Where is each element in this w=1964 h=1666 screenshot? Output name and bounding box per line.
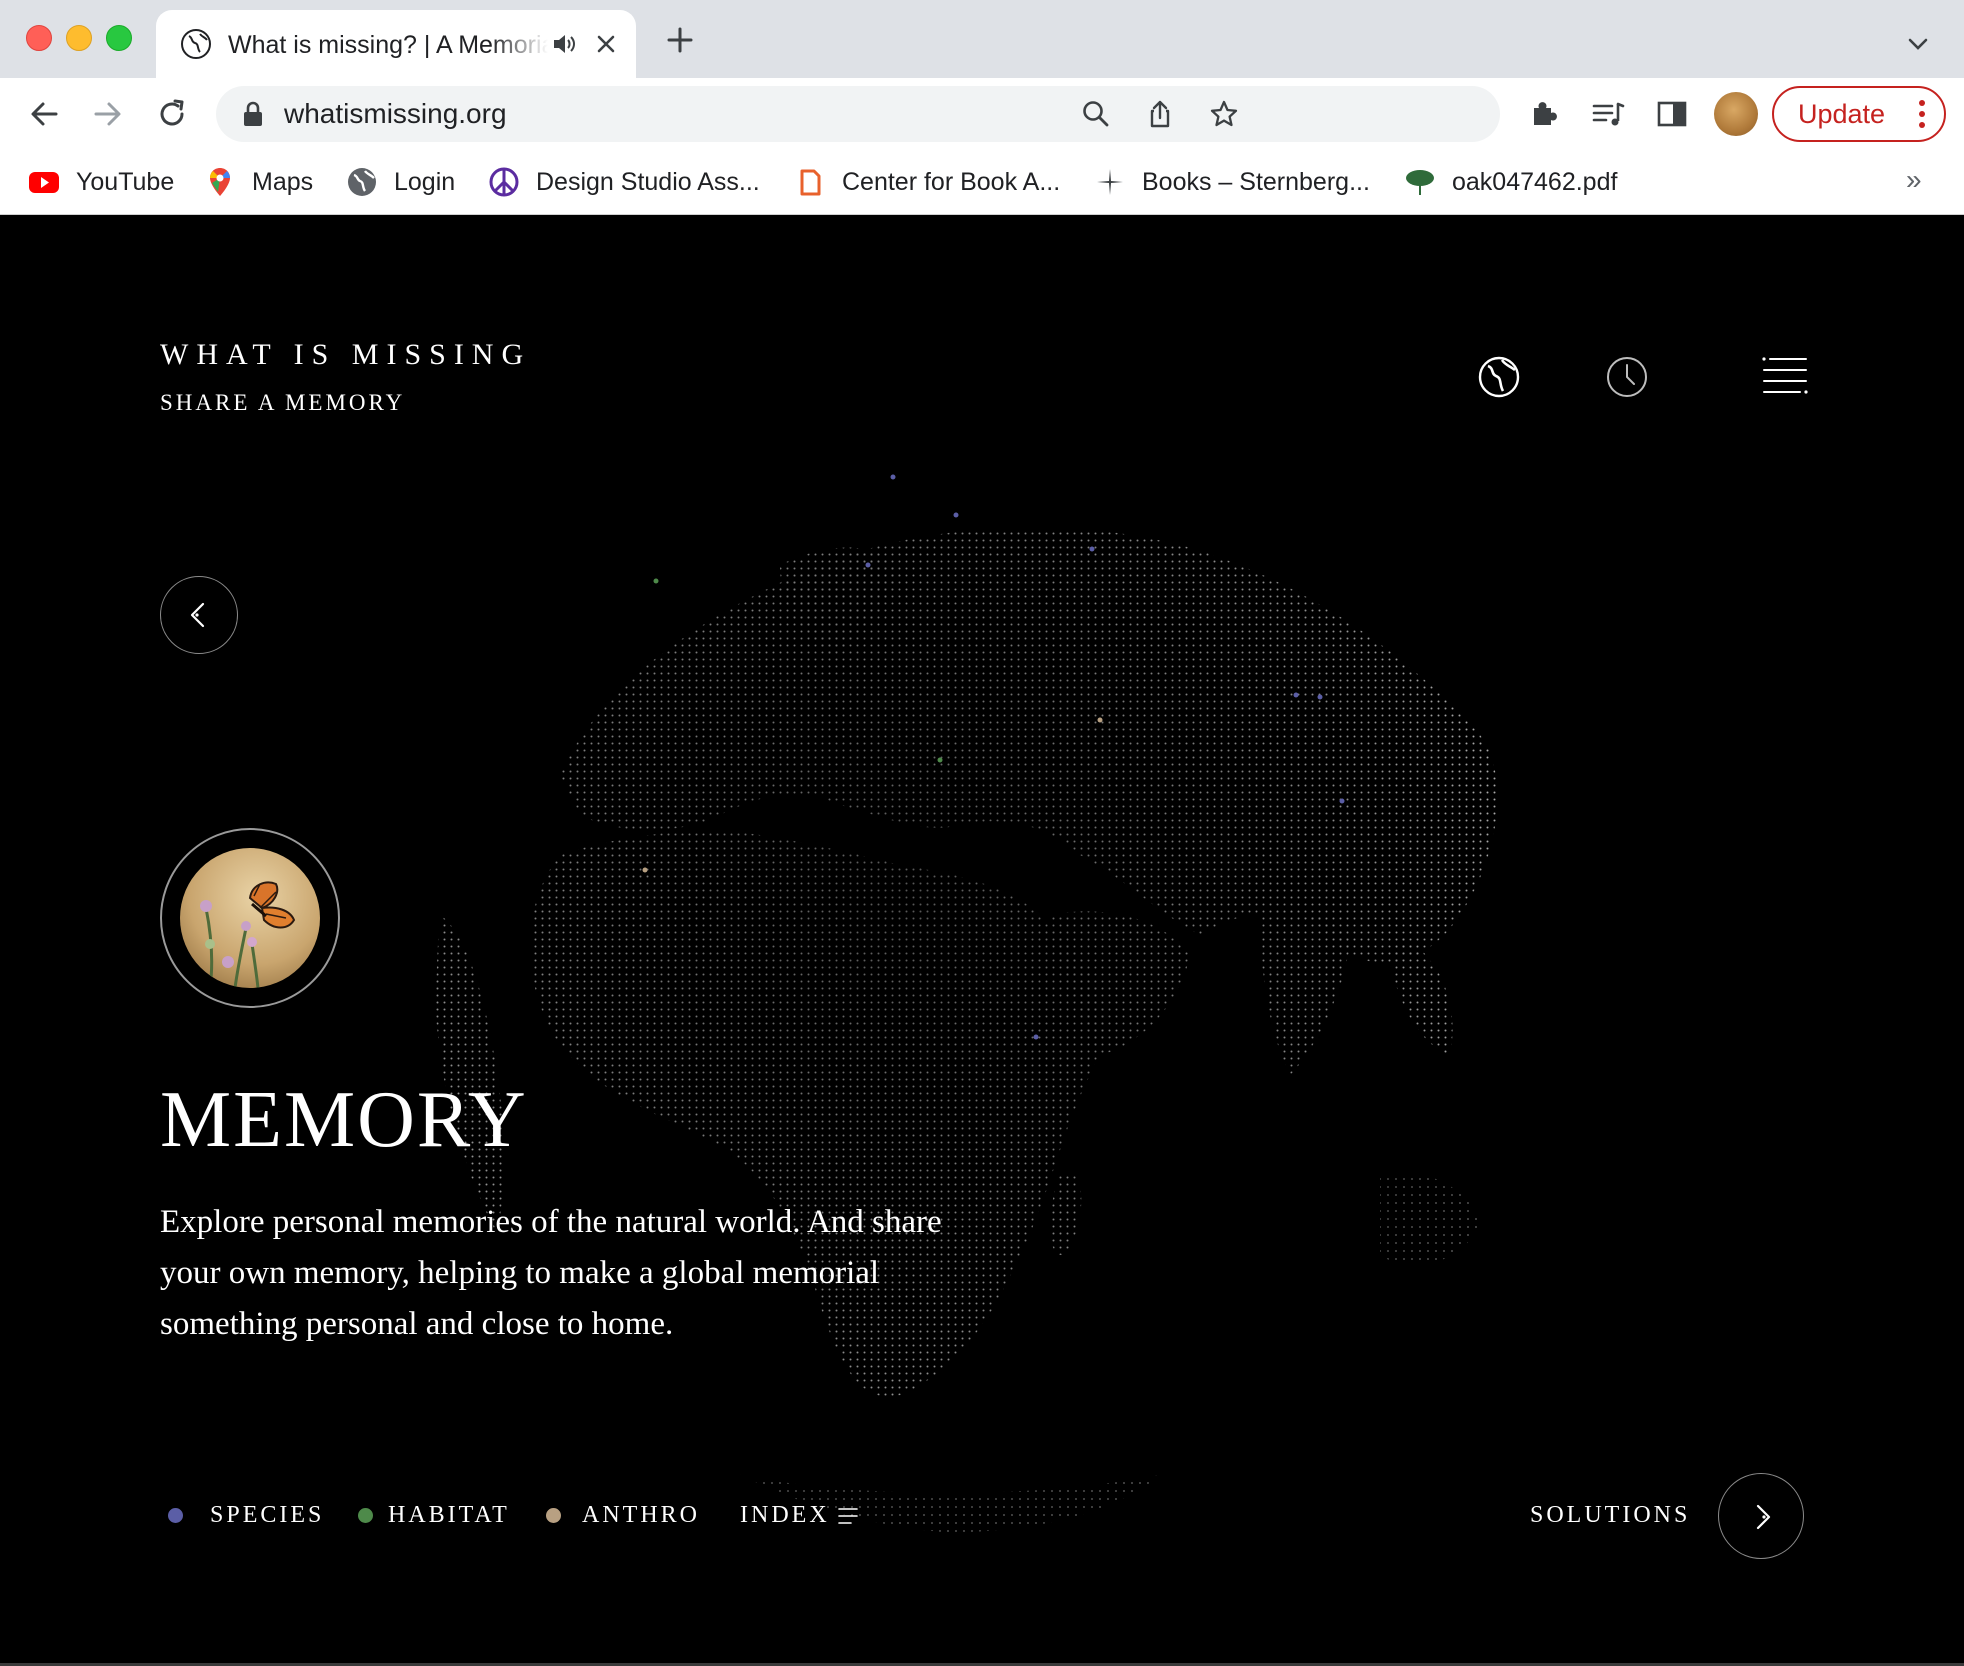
tab-strip: What is missing? | A Memorial: [0, 0, 1964, 78]
close-icon[interactable]: [590, 28, 622, 60]
legend-habitat[interactable]: HABITAT: [350, 1495, 507, 1535]
bookmark-oak-pdf[interactable]: oak047462.pdf: [1404, 162, 1644, 202]
bookmark-label: Login: [394, 168, 456, 196]
bookmark-youtube[interactable]: YouTube: [28, 162, 178, 202]
bookmark-label: Books – Sternberg...: [1142, 168, 1370, 196]
legend-species[interactable]: SPECIES: [160, 1495, 321, 1535]
update-button-label: Update: [1798, 99, 1886, 129]
bookmark-login[interactable]: Login: [346, 162, 466, 202]
bookmark-label: Design Studio Ass...: [536, 168, 760, 196]
bookmark-label: oak047462.pdf: [1452, 168, 1618, 196]
bookmarks-bar: YouTube Maps Login Design Studio Ass... …: [0, 150, 1964, 215]
previous-button[interactable]: [160, 576, 238, 654]
reload-icon[interactable]: [154, 96, 190, 132]
maps-icon: [210, 168, 230, 196]
update-button[interactable]: Update: [1772, 86, 1946, 142]
zoom-window-button[interactable]: [106, 25, 132, 51]
globe-icon[interactable]: [1477, 355, 1521, 399]
close-window-button[interactable]: [26, 25, 52, 51]
tab-title: What is missing? | A Memorial: [228, 31, 548, 59]
bookmark-maps[interactable]: Maps: [204, 162, 324, 202]
extensions-puzzle-icon[interactable]: [1526, 96, 1562, 132]
browser-toolbar: whatismissing.org Update: [0, 78, 1964, 150]
share-memory-link[interactable]: SHARE A MEMORY: [160, 388, 405, 418]
legend-anthro[interactable]: ANTHRO: [538, 1495, 708, 1535]
globe-icon: [181, 29, 211, 59]
browser-window: What is missing? | A Memorial whatismiss…: [0, 0, 1964, 1666]
media-queue-icon[interactable]: [1590, 96, 1626, 132]
anthro-dot: [546, 1508, 561, 1523]
bookmark-center-for-book[interactable]: Center for Book A...: [794, 162, 1074, 202]
site-logo[interactable]: WHAT IS MISSING: [160, 337, 531, 373]
more-vert-icon: [1919, 100, 1925, 128]
tab-active[interactable]: What is missing? | A Memorial: [156, 10, 636, 78]
share-icon[interactable]: [1144, 98, 1176, 130]
address-bar[interactable]: whatismissing.org: [216, 86, 1500, 142]
profile-avatar[interactable]: [1714, 92, 1758, 136]
bookmark-label: Maps: [252, 168, 314, 196]
habitat-dot: [358, 1508, 373, 1523]
menu-icon[interactable]: [1762, 355, 1808, 399]
bookmark-label: YouTube: [76, 168, 175, 196]
forward-arrow-icon[interactable]: [90, 96, 126, 132]
legend-label: ANTHRO: [582, 1502, 700, 1528]
globe-icon: [348, 168, 376, 196]
tree-icon: [1406, 170, 1434, 195]
speaker-icon[interactable]: [550, 30, 578, 58]
chevron-left-icon: [190, 602, 205, 628]
minimize-window-button[interactable]: [66, 25, 92, 51]
youtube-icon: [29, 172, 59, 193]
star-burst-icon: [1097, 169, 1123, 195]
clock-icon[interactable]: [1605, 355, 1649, 399]
star-icon[interactable]: [1208, 98, 1240, 130]
bookmark-design-studio[interactable]: Design Studio Ass...: [488, 162, 774, 202]
bookmark-books-sternberg[interactable]: Books – Sternberg...: [1094, 162, 1384, 202]
memory-thumbnail[interactable]: [160, 828, 340, 1008]
index-button[interactable]: INDEX: [740, 1495, 880, 1535]
species-dot: [168, 1508, 183, 1523]
bookmark-label: Center for Book A...: [842, 168, 1061, 196]
url-text[interactable]: whatismissing.org: [284, 96, 507, 132]
page-title: MEMORY: [160, 1076, 528, 1164]
next-solutions-button[interactable]: [1718, 1473, 1804, 1559]
plus-icon[interactable]: [664, 24, 696, 56]
chevron-down-icon[interactable]: [1904, 30, 1932, 58]
bookmarks-overflow-button[interactable]: »: [1906, 164, 1922, 196]
solutions-label[interactable]: SOLUTIONS: [1530, 1495, 1690, 1535]
back-arrow-icon[interactable]: [26, 96, 62, 132]
bookmark-icon: [800, 169, 821, 196]
list-icon: [838, 1508, 858, 1524]
legend-label: SPECIES: [210, 1502, 325, 1528]
page-description: Explore personal memories of the natural…: [160, 1204, 942, 1342]
monarch-butterfly-image: [180, 848, 320, 988]
legend-label: HABITAT: [388, 1502, 510, 1528]
lock-icon[interactable]: [242, 101, 264, 127]
side-panel-icon[interactable]: [1654, 96, 1690, 132]
peace-icon: [489, 167, 519, 197]
search-icon[interactable]: [1080, 98, 1112, 130]
chevron-right-icon: [1756, 1504, 1771, 1530]
web-page: WHAT IS MISSING SHARE A MEMORY MEMORY Ex…: [0, 215, 1964, 1666]
index-label: INDEX: [740, 1502, 830, 1528]
